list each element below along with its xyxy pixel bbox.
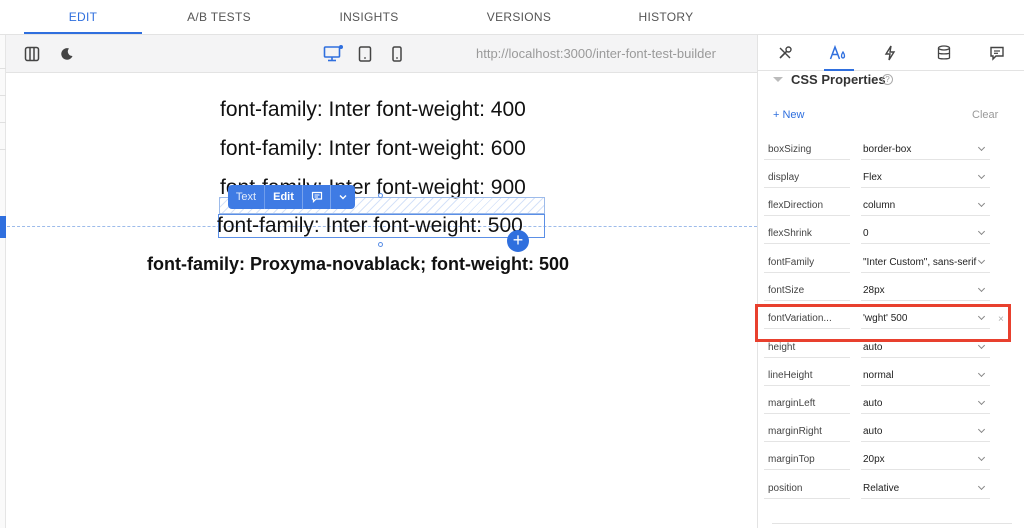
bolt-icon[interactable] bbox=[880, 43, 900, 63]
text-inter-500[interactable]: font-family: Inter font-weight: 500 bbox=[217, 214, 523, 238]
property-name[interactable]: position bbox=[764, 478, 850, 499]
property-value[interactable]: column bbox=[861, 195, 990, 216]
property-value[interactable]: 28px bbox=[861, 280, 990, 301]
property-value[interactable]: auto bbox=[861, 421, 990, 442]
element-action-popup: Text Edit bbox=[228, 185, 355, 209]
tablet-icon[interactable] bbox=[355, 44, 375, 64]
annotation-highlight-box bbox=[755, 304, 1011, 342]
tab-history[interactable]: HISTORY bbox=[607, 0, 725, 34]
property-row: marginRight auto bbox=[758, 418, 1024, 446]
comment-icon bbox=[311, 191, 322, 203]
strip-divider bbox=[0, 149, 6, 150]
text-inter-400[interactable]: font-family: Inter font-weight: 400 bbox=[220, 98, 526, 122]
text-type-label: Text bbox=[228, 185, 265, 209]
left-edge-strip bbox=[0, 35, 6, 528]
edit-button[interactable]: Edit bbox=[265, 185, 303, 209]
property-row: flexShrink 0 bbox=[758, 220, 1024, 248]
collapse-caret-icon[interactable] bbox=[773, 77, 783, 82]
property-value[interactable]: Relative bbox=[861, 478, 990, 499]
tools-icon[interactable] bbox=[775, 43, 795, 63]
property-value[interactable]: normal bbox=[861, 365, 990, 386]
mobile-icon[interactable] bbox=[387, 44, 407, 64]
property-value[interactable]: Flex bbox=[861, 167, 990, 188]
top-tab-bar: EDIT A/B TESTS INSIGHTS VERSIONS HISTORY bbox=[0, 0, 1024, 35]
property-value[interactable]: 20px bbox=[861, 449, 990, 470]
editor-toolbar: http://localhost:3000/inter-font-test-bu… bbox=[6, 35, 757, 73]
panel-tab-bar bbox=[758, 35, 1024, 71]
chevron-down-icon bbox=[339, 195, 347, 200]
property-name[interactable]: display bbox=[764, 167, 850, 188]
tab-ab-tests[interactable]: A/B TESTS bbox=[160, 0, 278, 34]
property-name[interactable]: marginTop bbox=[764, 449, 850, 470]
resize-handle-top[interactable] bbox=[378, 193, 383, 198]
property-row: fontSize 28px bbox=[758, 277, 1024, 305]
property-name[interactable]: fontSize bbox=[764, 280, 850, 301]
property-row: fontFamily "Inter Custom", sans-serif bbox=[758, 249, 1024, 277]
clear-properties-button[interactable]: Clear bbox=[972, 109, 998, 121]
desktop-icon[interactable] bbox=[323, 44, 343, 64]
style-icon[interactable] bbox=[828, 43, 848, 63]
property-name[interactable]: marginLeft bbox=[764, 393, 850, 414]
property-value[interactable]: 0 bbox=[861, 223, 990, 244]
panel-divider bbox=[772, 523, 1012, 524]
text-proxyma[interactable]: font-family: Proxyma-novablack; font-wei… bbox=[147, 254, 569, 275]
property-name[interactable]: marginRight bbox=[764, 421, 850, 442]
columns-icon[interactable] bbox=[22, 44, 42, 64]
selected-element-frame[interactable]: font-family: Inter font-weight: 500 bbox=[217, 214, 545, 238]
property-row: marginTop 20px bbox=[758, 446, 1024, 474]
tab-insights[interactable]: INSIGHTS bbox=[310, 0, 428, 34]
app-root: EDIT A/B TESTS INSIGHTS VERSIONS HISTORY… bbox=[0, 0, 1024, 528]
property-value[interactable]: border-box bbox=[861, 139, 990, 160]
comment-button[interactable] bbox=[303, 185, 331, 209]
text-inter-600[interactable]: font-family: Inter font-weight: 600 bbox=[220, 137, 526, 161]
property-name[interactable]: lineHeight bbox=[764, 365, 850, 386]
more-options-button[interactable] bbox=[331, 185, 355, 209]
property-name[interactable]: fontFamily bbox=[764, 252, 850, 273]
resize-handle-bottom[interactable] bbox=[378, 242, 383, 247]
property-row: position Relative bbox=[758, 475, 1024, 503]
property-name[interactable]: flexShrink bbox=[764, 223, 850, 244]
property-row: boxSizing border-box bbox=[758, 136, 1024, 164]
property-row: marginLeft auto bbox=[758, 390, 1024, 418]
new-property-button[interactable]: + New bbox=[773, 109, 805, 121]
help-icon[interactable]: ? bbox=[882, 74, 893, 85]
panel-tab-indicator bbox=[824, 69, 854, 71]
property-value[interactable]: auto bbox=[861, 393, 990, 414]
property-value[interactable]: "Inter Custom", sans-serif bbox=[861, 252, 990, 273]
property-name[interactable]: boxSizing bbox=[764, 139, 850, 160]
strip-active-marker bbox=[0, 216, 6, 238]
property-row: display Flex bbox=[758, 164, 1024, 192]
section-title: CSS Properties bbox=[791, 72, 886, 87]
url-display: http://localhost:3000/inter-font-test-bu… bbox=[476, 46, 716, 61]
properties-panel: CSS Properties ? + New Clear boxSizing b… bbox=[757, 35, 1024, 528]
database-icon[interactable] bbox=[934, 43, 954, 63]
strip-divider bbox=[0, 95, 6, 96]
tab-versions[interactable]: VERSIONS bbox=[460, 0, 578, 34]
property-row: flexDirection column bbox=[758, 192, 1024, 220]
property-name[interactable]: flexDirection bbox=[764, 195, 850, 216]
strip-divider bbox=[0, 122, 6, 123]
moon-icon[interactable] bbox=[57, 44, 77, 64]
add-element-button[interactable]: + bbox=[507, 230, 529, 252]
comment-icon[interactable] bbox=[987, 43, 1007, 63]
property-row: lineHeight normal bbox=[758, 362, 1024, 390]
tab-edit[interactable]: EDIT bbox=[24, 0, 142, 34]
page-canvas: font-family: Inter font-weight: 400 font… bbox=[7, 74, 757, 528]
